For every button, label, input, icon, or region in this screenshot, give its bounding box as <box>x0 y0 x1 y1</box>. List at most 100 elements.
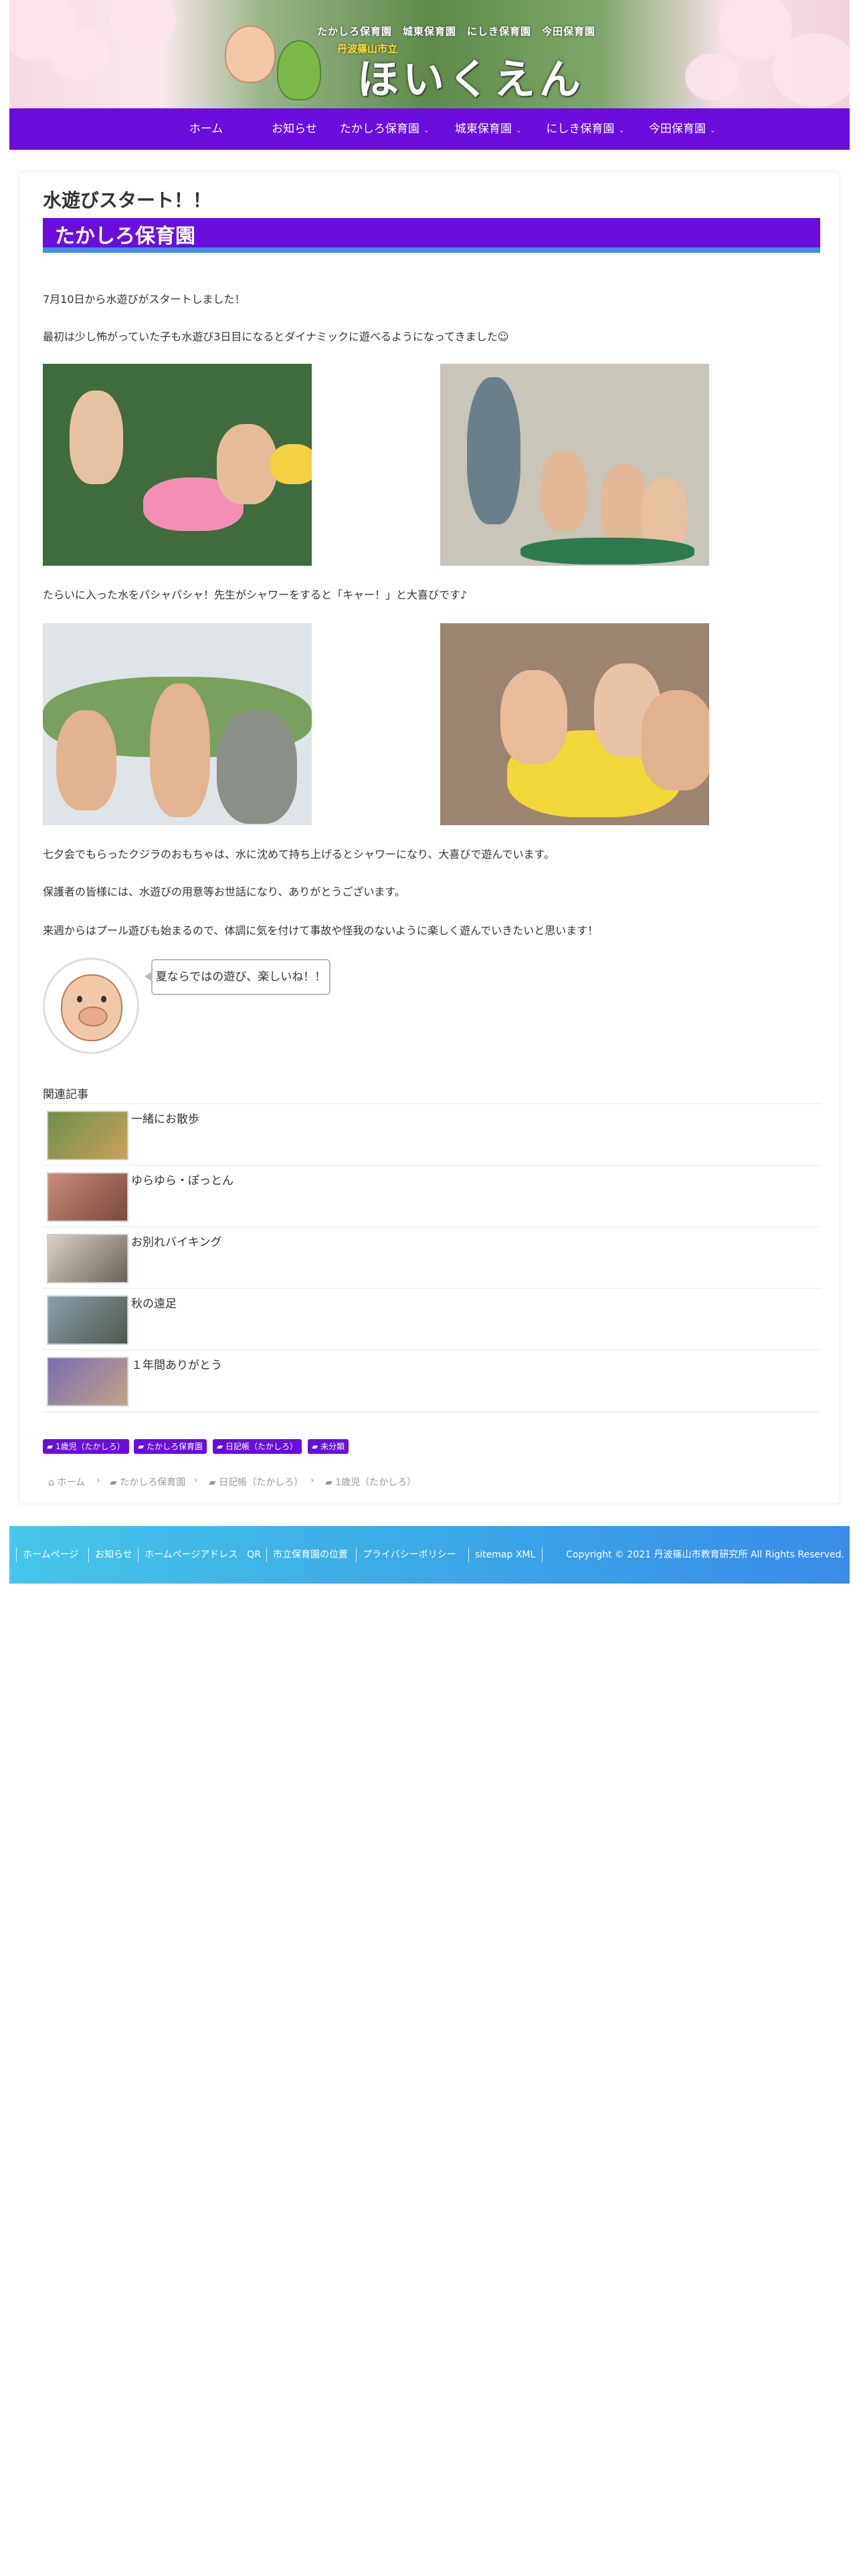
nav-item-joto[interactable]: 城東保育園 ⌄ <box>442 108 535 150</box>
eye <box>77 996 82 1002</box>
nav-item-konda[interactable]: 今田保育園 ⌄ <box>636 108 729 150</box>
nav-label: たかしろ保育園 <box>339 122 419 136</box>
photo-detail <box>467 377 520 524</box>
footer-link-home[interactable]: ホームページ <box>23 1526 78 1584</box>
blossom-decor <box>772 33 850 107</box>
site-footer: ホームページ お知らせ ホームページアドレス QR 市立保育園の位置 プライバシ… <box>9 1526 850 1584</box>
related-title[interactable]: お別れバイキング <box>131 1232 222 1249</box>
photo-detail <box>70 391 123 484</box>
breadcrumb-item[interactable]: ▰ たかしろ保育園 <box>110 1475 185 1489</box>
nav-item-nishiki[interactable]: にしき保育園 ⌄ <box>535 108 636 150</box>
site-logo[interactable]: ほいくえん <box>357 45 585 106</box>
tag-label: 1歳児（たかしろ） <box>56 1442 125 1451</box>
photo-detail <box>150 683 210 817</box>
related-item[interactable]: ゆらゆら・ぽっとん <box>43 1165 820 1227</box>
article-paragraph: 最初は少し怖がっていた子も水遊び3日目になるとダイナミックに遊べるようになってき… <box>43 330 509 343</box>
footer-divider <box>356 1547 357 1562</box>
main-nav: ホーム お知らせ たかしろ保育園 ⌄ 城東保育園 ⌄ にしき保育園 ⌄ 今田保育園 ⌄ <box>9 108 850 150</box>
related-title[interactable]: 秋の遠足 <box>131 1294 177 1311</box>
photo-detail <box>641 690 709 790</box>
category-banner-label: たかしろ保育園 <box>55 225 195 248</box>
photo-kid-watering-can[interactable] <box>43 623 312 825</box>
related-item[interactable]: お別れバイキング <box>43 1226 820 1289</box>
header-school-list: たかしろ保育園 城東保育園 にしき保育園 今田保育園 <box>317 25 596 37</box>
photo-detail <box>217 424 277 504</box>
nav-item-home[interactable]: ホーム <box>166 108 246 150</box>
breadcrumb-item[interactable]: ▰ 1歳児（たかしろ） <box>325 1475 416 1489</box>
nose <box>78 1006 108 1027</box>
page-title: 水遊びスタート！！ <box>43 189 212 211</box>
chevron-down-icon: ⌄ <box>618 126 625 134</box>
tag-link[interactable]: ▰ 日記帳（たかしろ） <box>213 1439 302 1454</box>
nav-item-takashiro[interactable]: たかしろ保育園 ⌄ <box>335 108 435 150</box>
breadcrumb-label: ホーム <box>57 1477 85 1488</box>
footer-link-locations[interactable]: 市立保育園の位置 <box>273 1526 348 1584</box>
photo-kids-tub[interactable] <box>43 364 312 566</box>
photo-teacher-shower[interactable] <box>440 364 709 566</box>
chevron-down-icon: ⌄ <box>515 126 522 134</box>
article-paragraph: 7月10日から水遊びがスタートしました！ <box>43 293 246 306</box>
related-thumbnail[interactable] <box>47 1111 128 1160</box>
folder-icon: ▰ <box>47 1442 56 1451</box>
breadcrumb-separator: › <box>194 1475 198 1486</box>
category-banner: たかしろ保育園 <box>43 218 820 253</box>
related-item[interactable]: 一緒にお散歩 <box>43 1103 820 1166</box>
related-title[interactable]: 一緒にお散歩 <box>131 1109 199 1126</box>
blossom-decor <box>110 0 177 47</box>
footer-link-privacy[interactable]: プライバシーポリシー <box>363 1526 456 1584</box>
related-thumbnail[interactable] <box>47 1357 128 1406</box>
tag-label: たかしろ保育園 <box>147 1442 203 1451</box>
related-thumbnail[interactable] <box>47 1295 128 1345</box>
home-icon: ⌂ <box>48 1477 58 1488</box>
footer-link-news[interactable]: お知らせ <box>95 1526 132 1584</box>
folder-icon: ▰ <box>209 1477 219 1488</box>
tag-link[interactable]: ▰ 未分類 <box>308 1439 349 1454</box>
footer-divider <box>16 1547 17 1562</box>
blossom-decor <box>685 53 739 100</box>
copyright: Copyright © 2021 丹波篠山市教育研究所 All Rights R… <box>566 1549 844 1560</box>
related-item[interactable]: 秋の遠足 <box>43 1288 820 1350</box>
tag-link[interactable]: ▰ たかしろ保育園 <box>134 1439 207 1454</box>
speech-bubble: 夏ならではの遊び、楽しいね！！ <box>145 959 330 995</box>
footer-link-sitemap[interactable]: sitemap XML <box>475 1526 535 1584</box>
photo-detail <box>500 670 567 764</box>
pig-mascot <box>225 25 276 83</box>
nav-label: ホーム <box>189 122 223 136</box>
site-header: たかしろ保育園 城東保育園 にしき保育園 今田保育園 丹波篠山市立 ほいくえん <box>9 0 850 108</box>
related-thumbnail[interactable] <box>47 1172 128 1222</box>
footer-divider <box>468 1547 469 1562</box>
eye <box>101 996 106 1002</box>
nav-label: お知らせ <box>272 122 317 136</box>
related-title[interactable]: ゆらゆら・ぽっとん <box>131 1171 233 1188</box>
related-thumbnail[interactable] <box>47 1234 128 1283</box>
related-heading: 関連記事 <box>43 1088 88 1101</box>
related-title[interactable]: １年間ありがとう <box>131 1356 222 1372</box>
nav-label: 城東保育園 <box>454 122 512 136</box>
avatar <box>43 958 139 1054</box>
chevron-down-icon: ⌄ <box>423 126 430 134</box>
footer-divider <box>88 1547 89 1562</box>
article-paragraph: 来週からはプール遊びも始まるので、体調に気を付けて事故や怪我のないように楽しく遊… <box>43 924 599 937</box>
photo-kids-yellow-tub[interactable] <box>440 623 709 825</box>
breadcrumb-separator: › <box>96 1475 100 1486</box>
nav-item-news[interactable]: お知らせ <box>254 108 335 150</box>
related-item[interactable]: １年間ありがとう <box>43 1350 820 1412</box>
folder-icon: ▰ <box>325 1477 336 1488</box>
photo-detail <box>270 444 312 484</box>
breadcrumb-item[interactable]: ▰ 日記帳（たかしろ） <box>209 1475 303 1489</box>
breadcrumb-home[interactable]: ⌂ ホーム <box>48 1475 85 1489</box>
nav-label: にしき保育園 <box>546 122 615 136</box>
nav-label: 今田保育園 <box>648 122 706 136</box>
tag-label: 未分類 <box>320 1442 345 1451</box>
photo-detail <box>217 710 297 824</box>
footer-link-qr[interactable]: ホームページアドレス QR <box>145 1526 261 1584</box>
tag-link[interactable]: ▰ 1歳児（たかしろ） <box>43 1439 129 1454</box>
blossom-decor <box>50 27 110 80</box>
article-paragraph: たらいに入った水をパシャパシャ！先生がシャワーをすると「キャー！」と大喜びです♪ <box>43 588 468 601</box>
photo-detail <box>520 538 694 564</box>
breadcrumb-label: 1歳児（たかしろ） <box>335 1477 417 1488</box>
article-paragraph: 保護者の皆様には、水遊びの用意等お世話になり、ありがとうございます。 <box>43 885 405 898</box>
breadcrumb-label: たかしろ保育園 <box>120 1477 186 1488</box>
photo-detail <box>541 451 587 531</box>
folder-icon: ▰ <box>138 1442 147 1451</box>
